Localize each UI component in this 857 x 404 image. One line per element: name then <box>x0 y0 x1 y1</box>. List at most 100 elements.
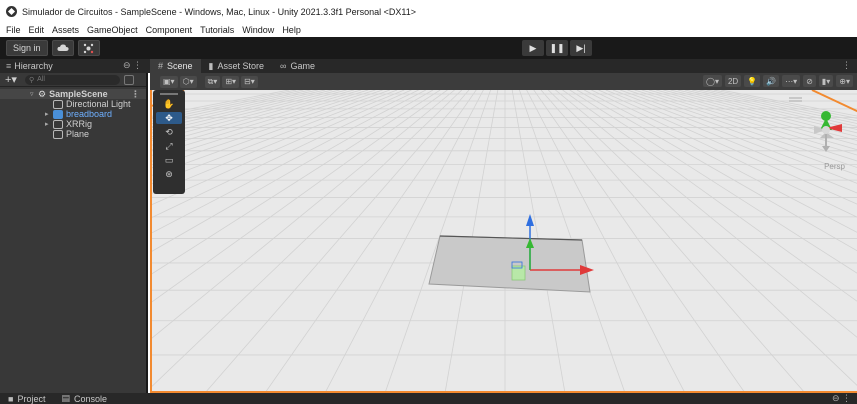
transform-tool-icon[interactable]: ⊛ <box>156 168 182 180</box>
hidden-objects-toggle[interactable]: ⊘ <box>803 75 816 87</box>
window-title: Simulador de Circuitos - SampleScene - W… <box>22 6 417 17</box>
tool-palette: ✋ ✥ ⟲ ⤢ ▭ ⊛ <box>153 90 185 194</box>
sign-in-button[interactable]: Sign in <box>6 40 48 56</box>
shading-dropdown[interactable]: ◯▾ <box>703 75 722 87</box>
tab-hierarchy[interactable]: ≡ Hierarchy ⊖ ⋮ <box>0 59 148 73</box>
bottom-tab-row: ■ Project ▤ Console ⊖ ⋮ <box>0 393 857 404</box>
hierarchy-filter-button[interactable] <box>123 74 134 85</box>
main-toolbar: Sign in ▶ ❚❚ ▶| <box>0 37 857 59</box>
tool-palette-handle[interactable] <box>160 93 178 95</box>
menu-tutorials[interactable]: Tutorials <box>200 25 234 35</box>
increment-snap-dropdown[interactable]: ⊟▾ <box>241 75 258 88</box>
move-tool-icon[interactable]: ✥ <box>156 112 182 124</box>
menu-help[interactable]: Help <box>282 25 301 35</box>
hierarchy-item-label: Plane <box>66 129 90 139</box>
menu-gameobject[interactable]: GameObject <box>87 25 138 35</box>
search-icon: ⚲ <box>28 76 35 84</box>
console-icon: ▤ <box>61 393 70 403</box>
grid-snap-dropdown[interactable]: ⊞▾ <box>222 75 240 88</box>
camera-dropdown[interactable]: ▮▾ <box>818 75 834 87</box>
menu-assets[interactable]: Assets <box>52 25 79 35</box>
tab-game-label: Game <box>290 61 315 71</box>
hierarchy-item-label: Directional Light <box>66 99 131 109</box>
collapse-arrow-icon[interactable]: ▸ <box>45 110 53 118</box>
toggle-2d-button[interactable]: 2D <box>724 75 742 87</box>
collab-icon <box>83 43 94 53</box>
scene-toolbar-right: ◯▾ 2D 💡 🔊 ⋯▾ ⊘ ▮▾ ⊕▾ <box>703 75 853 87</box>
step-button[interactable]: ▶| <box>570 40 592 56</box>
gameobject-icon <box>53 129 63 139</box>
tab-hierarchy-label: Hierarchy <box>14 61 53 71</box>
scene-view: ▣▾ ⬡▾ ⧉▾ ⊞▾ ⊟▾ ◯▾ 2D 💡 🔊 ⋯▾ ⊘ ▮▾ ⊕▾ ✋ ✥ … <box>150 73 857 393</box>
cloud-icon <box>56 44 69 51</box>
tab-console[interactable]: ▤ Console <box>53 393 115 404</box>
scene-grid <box>152 90 857 391</box>
menu-file[interactable]: File <box>6 25 21 35</box>
scene-tabs: # Scene ▮ Asset Store ∞ Game <box>150 59 323 73</box>
collapse-arrow-icon[interactable]: ▸ <box>45 120 53 128</box>
pivot-dropdown[interactable]: ⧉▾ <box>204 75 221 88</box>
hierarchy-toolbar: +▾ ⚲ All <box>0 73 146 87</box>
render-mode-dropdown[interactable]: ⬡▾ <box>179 75 197 88</box>
expand-arrow-icon[interactable]: ▿ <box>30 90 38 98</box>
scene-toolbar: ▣▾ ⬡▾ ⧉▾ ⊞▾ ⊟▾ ◯▾ 2D 💡 🔊 ⋯▾ ⊘ ▮▾ ⊕▾ <box>150 73 857 90</box>
menu-window[interactable]: Window <box>242 25 274 35</box>
panel-tab-row: ≡ Hierarchy ⊖ ⋮ # Scene ▮ Asset Store ∞ … <box>0 59 857 73</box>
hierarchy-panel: +▾ ⚲ All ▿ ⚙ SampleScene ⋮ Directional L… <box>0 73 148 393</box>
pause-button[interactable]: ❚❚ <box>546 40 568 56</box>
hierarchy-item-breadboard[interactable]: ▸ breadboard <box>0 109 146 119</box>
menu-component[interactable]: Component <box>146 25 193 35</box>
hierarchy-item-label: XRRig <box>66 119 93 129</box>
shopping-bag-icon: ▮ <box>208 60 214 71</box>
cloud-button[interactable] <box>51 40 74 56</box>
hierarchy-item-plane[interactable]: Plane <box>0 129 146 139</box>
hierarchy-item-samplescene[interactable]: ▿ ⚙ SampleScene ⋮ <box>0 89 146 99</box>
collab-button[interactable] <box>77 40 100 56</box>
bottom-tabs-menu[interactable]: ⊖ ⋮ <box>832 393 851 404</box>
gizmos-dropdown[interactable]: ⊕▾ <box>836 75 853 87</box>
hierarchy-search-input[interactable]: ⚲ All <box>24 74 120 85</box>
tab-scene-label: Scene <box>167 61 193 71</box>
menu-edit[interactable]: Edit <box>29 25 45 35</box>
rect-tool-icon[interactable]: ▭ <box>156 154 182 166</box>
folder-icon: ■ <box>8 393 14 404</box>
gamepad-icon: ∞ <box>280 61 287 71</box>
scene-viewport[interactable]: ✋ ✥ ⟲ ⤢ ▭ ⊛ Persp <box>150 90 857 393</box>
hierarchy-tab-menu[interactable]: ⊖ ⋮ <box>123 60 142 71</box>
tab-scene[interactable]: # Scene <box>150 59 201 73</box>
window-title-bar: Simulador de Circuitos - SampleScene - W… <box>0 0 857 23</box>
hierarchy-item-label: breadboard <box>66 109 113 119</box>
scene-menu-button[interactable]: ⋮ <box>131 89 140 100</box>
scene-tabs-menu[interactable]: ⋮ <box>842 60 851 71</box>
tab-console-label: Console <box>73 393 107 404</box>
tab-project[interactable]: ■ Project <box>0 393 53 404</box>
lighting-toggle[interactable]: 💡 <box>744 75 761 87</box>
hierarchy-add-button[interactable]: +▾ <box>5 73 17 86</box>
effects-dropdown[interactable]: ⋯▾ <box>782 75 801 87</box>
menu-bar: File Edit Assets GameObject Component Tu… <box>0 23 857 37</box>
hand-tool-icon[interactable]: ✋ <box>156 98 182 110</box>
tab-project-label: Project <box>17 393 46 404</box>
hierarchy-search-placeholder: All <box>37 76 45 83</box>
scene-grid-icon: # <box>158 61 164 71</box>
unity-logo-icon <box>6 6 17 17</box>
hierarchy-item-directional-light[interactable]: Directional Light <box>0 99 146 109</box>
tab-game[interactable]: ∞ Game <box>272 59 323 73</box>
play-button[interactable]: ▶ <box>522 40 544 56</box>
tab-asset-store[interactable]: ▮ Asset Store <box>201 59 272 73</box>
prefab-icon <box>53 109 63 119</box>
hierarchy-item-xrrig[interactable]: ▸ XRRig <box>0 119 146 129</box>
gameobject-icon <box>53 99 63 109</box>
hierarchy-item-label: SampleScene <box>49 89 108 99</box>
playback-controls: ▶ ❚❚ ▶| <box>522 40 592 56</box>
hierarchy-list-icon: ≡ <box>6 61 12 71</box>
draw-mode-dropdown[interactable]: ▣▾ <box>160 75 178 88</box>
audio-toggle[interactable]: 🔊 <box>763 75 780 87</box>
rotate-tool-icon[interactable]: ⟲ <box>156 126 182 138</box>
unity-scene-icon: ⚙ <box>38 88 47 99</box>
persp-label[interactable]: Persp <box>824 162 845 171</box>
scale-tool-icon[interactable]: ⤢ <box>156 140 182 152</box>
tab-asset-store-label: Asset Store <box>217 61 265 71</box>
gameobject-icon <box>53 119 63 129</box>
breadboard-plane <box>428 235 591 293</box>
